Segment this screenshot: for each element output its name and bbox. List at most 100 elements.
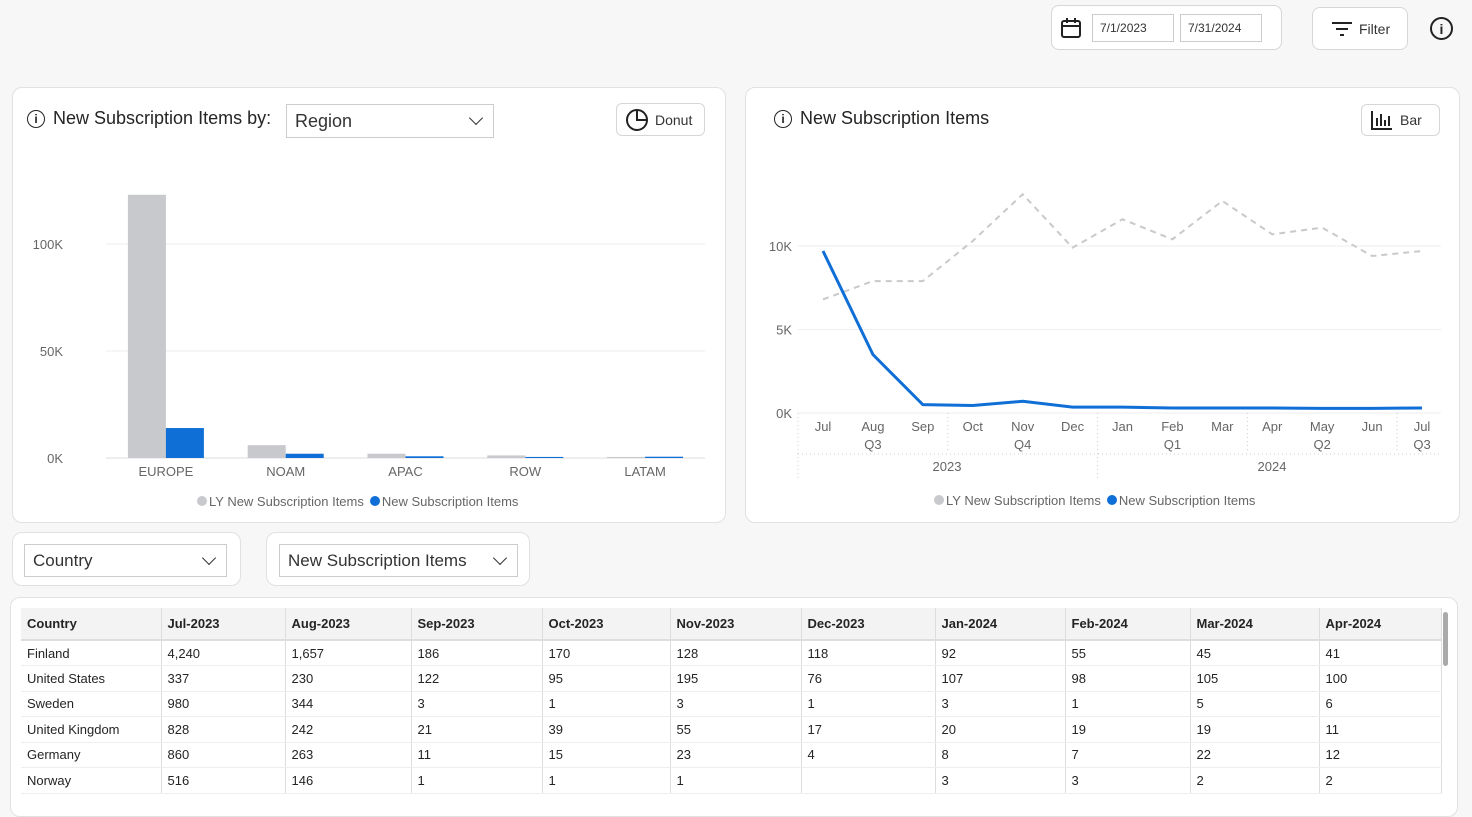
table-row[interactable]: Sweden 980 344 3 1 3 1 3 1 5 6	[21, 691, 1442, 717]
column-header[interactable]: Apr-2024	[1319, 608, 1442, 641]
x-tick-label: Dec	[1061, 419, 1085, 434]
y-tick-label: 0K	[47, 451, 63, 466]
quarter-label: Q1	[1164, 437, 1181, 452]
table-cell: 263	[285, 742, 412, 768]
region-chart-title: i New Subscription Items by:	[27, 108, 271, 129]
column-header[interactable]: Dec-2023	[801, 608, 936, 641]
column-header[interactable]: Feb-2024	[1065, 608, 1191, 641]
table-row[interactable]: Finland 4,240 1,657 186 170 128 118 92 55 45 41	[21, 640, 1442, 666]
table-row[interactable]: Germany 860 263 11 15 23 4 8 7 22 12	[21, 742, 1442, 768]
table-cell: 11	[1319, 716, 1442, 743]
table-cell: 170	[542, 640, 671, 666]
bar-noam-ly	[247, 445, 286, 458]
x-tick-label: Jan	[1112, 419, 1133, 434]
column-header[interactable]: Aug-2023	[285, 608, 412, 641]
line-ly	[822, 192, 1423, 301]
country-matrix-table: Country Jul-2023 Aug-2023 Sep-2023 Oct-2023 N…	[21, 608, 1442, 794]
legend-item-current[interactable]: New Subscription Items	[1106, 493, 1255, 508]
bar-row-current	[525, 456, 564, 458]
toggle-label: Donut	[655, 111, 693, 128]
dimension-dropdown[interactable]: Country	[24, 544, 227, 577]
table-cell: 3	[411, 691, 543, 717]
column-header[interactable]: Oct-2023	[542, 608, 671, 641]
x-tick-label: May	[1310, 419, 1335, 434]
start-date-input[interactable]: 7/1/2023	[1092, 13, 1174, 42]
x-tick-label: Sep	[911, 419, 934, 434]
x-tick-label: ROW	[509, 464, 542, 479]
quarter-label: Q3	[1413, 437, 1430, 452]
table-cell: 39	[542, 716, 671, 743]
x-tick-label: Feb	[1161, 419, 1183, 434]
bar-apac-ly	[367, 453, 406, 458]
table-cell: 107	[935, 665, 1066, 692]
table-cell: 516	[161, 767, 286, 794]
table-cell: 146	[285, 767, 412, 794]
year-label: 2023	[933, 459, 962, 474]
breakdown-dropdown[interactable]: Region	[286, 104, 494, 138]
measure-dropdown[interactable]: New Subscription Items	[279, 544, 518, 577]
column-header[interactable]: Jul-2023	[161, 608, 286, 641]
table-cell: 45	[1190, 640, 1320, 666]
header-row: Country Jul-2023 Aug-2023 Sep-2023 Oct-2023 N…	[21, 608, 1442, 641]
table-cell: 95	[542, 665, 671, 692]
column-header[interactable]: Jan-2024	[935, 608, 1066, 641]
table-cell: 100	[1319, 665, 1442, 692]
y-tick-label: 50K	[40, 344, 63, 359]
x-tick-label: APAC	[388, 464, 422, 479]
column-header[interactable]: Country	[21, 608, 162, 641]
end-date-input[interactable]: 7/31/2024	[1180, 13, 1262, 42]
column-header[interactable]: Nov-2023	[670, 608, 802, 641]
filter-button[interactable]: Filter	[1312, 7, 1408, 50]
table-row[interactable]: Norway 516 146 1 1 1 3 3 2 2	[21, 767, 1442, 794]
donut-toggle-button[interactable]: Donut	[616, 103, 705, 136]
table-cell: 122	[411, 665, 543, 692]
table-cell: 6	[1319, 691, 1442, 717]
legend-item-current[interactable]: New Subscription Items	[369, 494, 518, 509]
x-tick-label: Mar	[1211, 419, 1234, 434]
legend-item-ly[interactable]: LY New Subscription Items	[197, 494, 364, 509]
table-cell: 4	[801, 742, 936, 768]
calendar-icon[interactable]	[1060, 17, 1082, 39]
legend-item-ly[interactable]: LY New Subscription Items	[934, 493, 1101, 508]
x-tick-label: Jul	[815, 419, 832, 434]
table-cell: 230	[285, 665, 412, 692]
table-cell: 118	[801, 640, 936, 666]
vertical-scrollbar[interactable]	[1443, 612, 1448, 666]
table-cell: 76	[801, 665, 936, 692]
info-icon[interactable]: i	[27, 109, 45, 128]
table-cell: 3	[935, 767, 1066, 794]
x-tick-label: Jul	[1414, 419, 1431, 434]
country-matrix-panel: Country Jul-2023 Aug-2023 Sep-2023 Oct-2023 N…	[10, 597, 1458, 817]
table-cell: 1	[542, 767, 671, 794]
table-cell: 19	[1065, 716, 1191, 743]
table-cell: 15	[542, 742, 671, 768]
x-tick-label: NOAM	[266, 464, 305, 479]
bar-latam-current	[645, 456, 684, 458]
table-row[interactable]: United Kingdom 828 242 21 39 55 17 20 19 19 11	[21, 716, 1442, 743]
x-tick-label: Jun	[1362, 419, 1383, 434]
x-tick-label: Apr	[1262, 419, 1283, 434]
trend-chart-panel: i New Subscription Items Bar 0K 5K 10K Jul A…	[745, 87, 1460, 523]
table-cell: 41	[1319, 640, 1442, 666]
table-cell: 3	[670, 691, 802, 717]
table-cell: Sweden	[21, 691, 162, 717]
table-cell: 1	[542, 691, 671, 717]
bar-row-ly	[487, 455, 526, 458]
table-row[interactable]: United States 337 230 122 95 195 76 107 98 105 100	[21, 665, 1442, 692]
table-cell: 92	[935, 640, 1066, 666]
table-cell: 860	[161, 742, 286, 768]
table-cell	[801, 767, 936, 794]
dimension-selector-panel: Country	[12, 532, 241, 586]
table-cell: 11	[411, 742, 543, 768]
table-cell: 1	[1065, 691, 1191, 717]
table-cell: 337	[161, 665, 286, 692]
x-tick-label: Oct	[963, 419, 984, 434]
trend-line-chart: 0K 5K 10K Jul Aug Sep Oct Nov Dec Jan Feb Mar Apr May…	[769, 192, 1441, 478]
table-cell: 195	[670, 665, 802, 692]
column-header[interactable]: Mar-2024	[1190, 608, 1320, 641]
date-range: 7/1/2023 7/31/2024	[1051, 5, 1282, 50]
table-cell: 1	[670, 767, 802, 794]
x-tick-label: EUROPE	[138, 464, 193, 479]
info-icon[interactable]: i	[1430, 17, 1453, 40]
column-header[interactable]: Sep-2023	[411, 608, 543, 641]
